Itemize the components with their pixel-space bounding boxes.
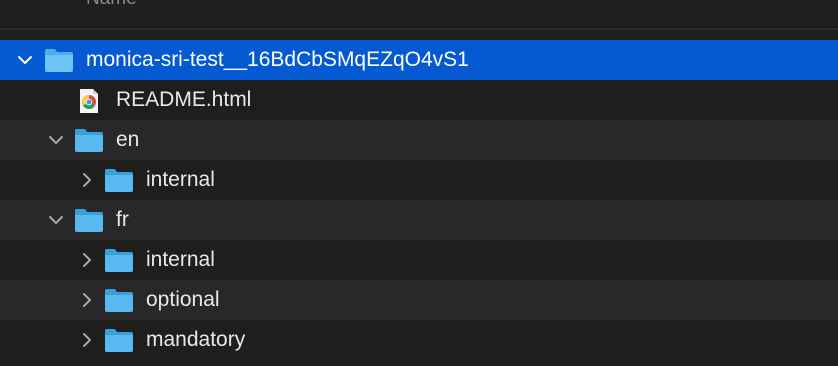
finder-list-view: Name monica-sri-test__16BdCbSMqEZqO4vS1 (0, 0, 838, 366)
chrome-html-file-icon (76, 88, 102, 114)
tree-row-label: mandatory (146, 328, 246, 351)
folder-icon (104, 247, 134, 273)
tree-row-label: en (116, 128, 140, 151)
folder-icon (74, 127, 104, 153)
tree-row-fr-internal-folder[interactable]: internal (0, 240, 838, 280)
chevron-down-icon[interactable] (47, 211, 65, 229)
tree-row-label: internal (146, 248, 215, 271)
chevron-right-icon[interactable] (78, 291, 96, 309)
tree-row-en-folder[interactable]: en (0, 120, 838, 160)
file-tree: monica-sri-test__16BdCbSMqEZqO4vS1 READM… (0, 40, 838, 360)
chevron-right-icon[interactable] (78, 171, 96, 189)
tree-row-readme-file[interactable]: README.html (0, 80, 838, 120)
tree-row-label: optional (146, 288, 220, 311)
tree-row-label: README.html (116, 88, 252, 111)
folder-icon (74, 207, 104, 233)
chevron-down-icon[interactable] (16, 51, 34, 69)
chevron-down-icon[interactable] (47, 131, 65, 149)
tree-row-fr-optional-folder[interactable]: optional (0, 280, 838, 320)
tree-row-en-internal-folder[interactable]: internal (0, 160, 838, 200)
tree-row-root-folder[interactable]: monica-sri-test__16BdCbSMqEZqO4vS1 (0, 40, 838, 80)
folder-icon (44, 47, 74, 73)
column-header[interactable]: Name (0, 0, 838, 29)
tree-row-fr-mandatory-folder[interactable]: mandatory (0, 320, 838, 360)
chevron-right-icon[interactable] (78, 251, 96, 269)
chevron-right-icon[interactable] (78, 331, 96, 349)
tree-row-label: internal (146, 168, 215, 191)
tree-row-label: fr (116, 208, 129, 231)
folder-icon (104, 327, 134, 353)
name-column-header[interactable]: Name (86, 0, 137, 10)
folder-icon (104, 167, 134, 193)
tree-row-label: monica-sri-test__16BdCbSMqEZqO4vS1 (86, 48, 469, 71)
folder-icon (104, 287, 134, 313)
tree-row-fr-folder[interactable]: fr (0, 200, 838, 240)
header-divider (0, 28, 838, 30)
